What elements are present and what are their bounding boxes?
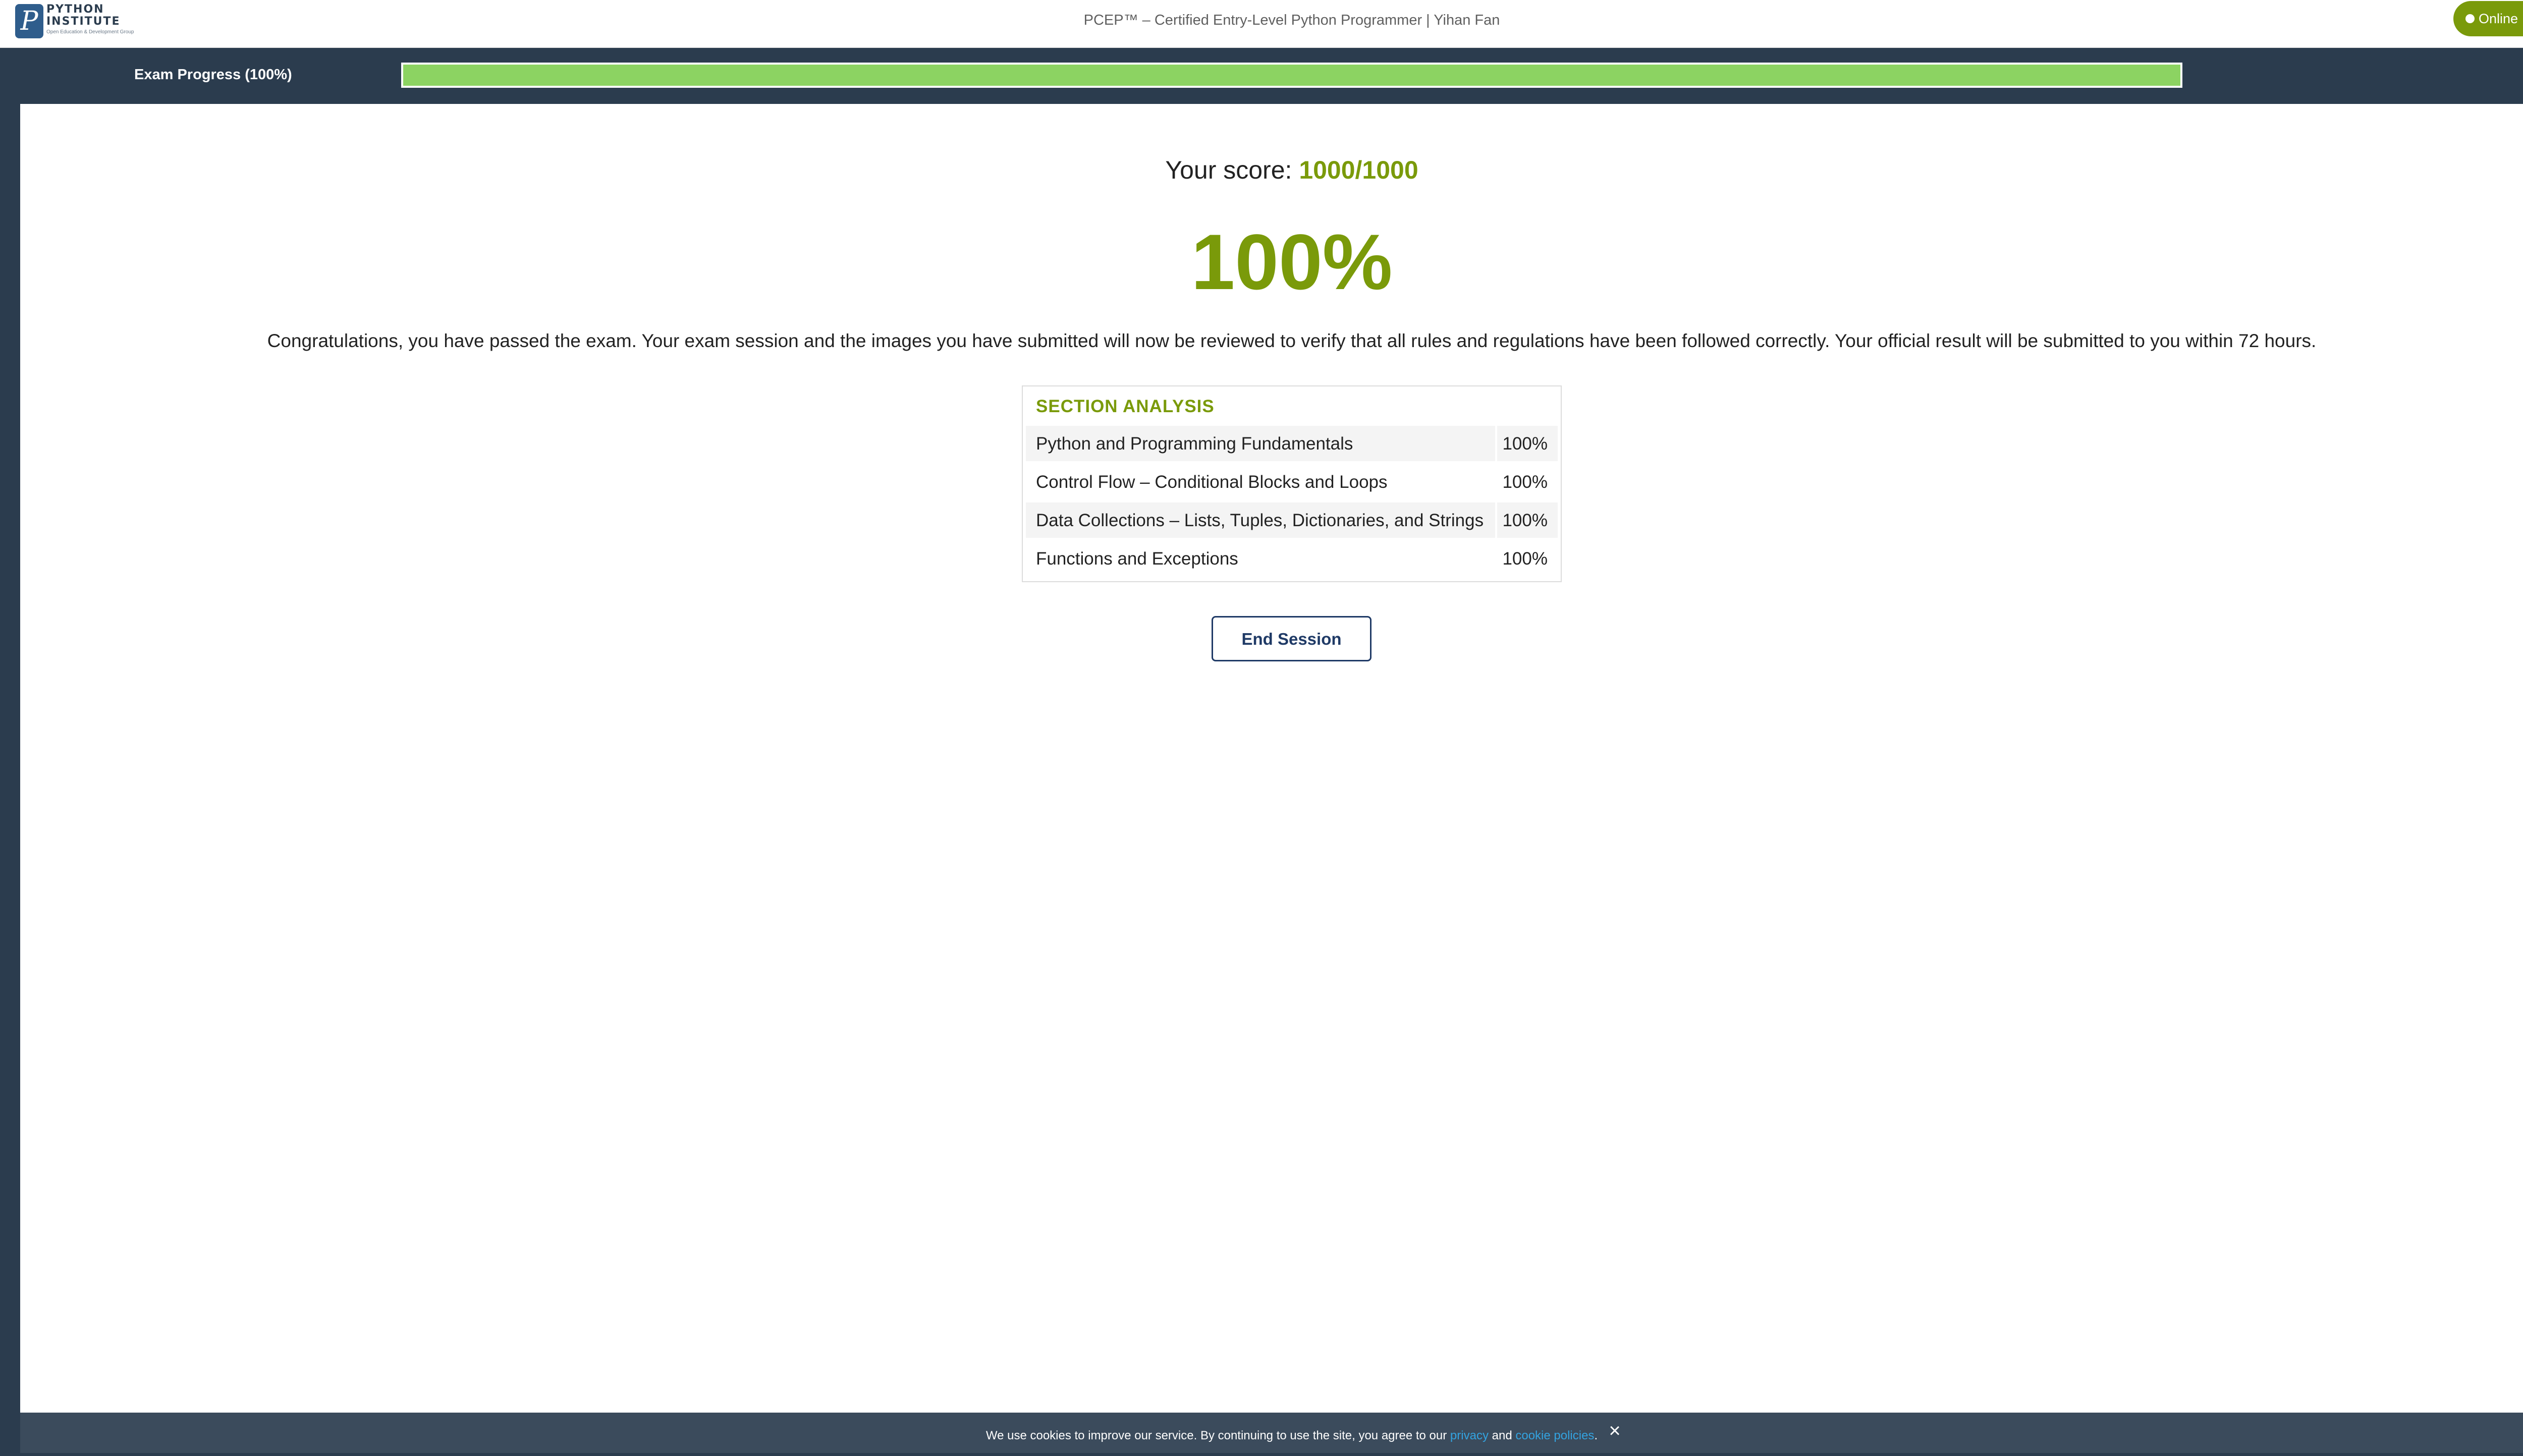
exam-progress-bar (401, 63, 2182, 88)
close-icon[interactable]: × (1605, 1421, 1625, 1441)
section-name: Data Collections – Lists, Tuples, Dictio… (1036, 511, 1484, 530)
score-line: Your score: 1000/1000 (0, 155, 2523, 185)
table-row: Functions and Exceptions 100% (1026, 541, 1558, 576)
section-score: 100% (1502, 434, 1548, 454)
status-label: Online (2479, 11, 2518, 26)
cookie-text-end: . (1594, 1429, 1598, 1442)
end-session-button[interactable]: End Session (1212, 616, 1372, 661)
cookie-banner: We use cookies to improve our service. B… (20, 1413, 2523, 1453)
table-row: Data Collections – Lists, Tuples, Dictio… (1026, 502, 1558, 538)
column-divider (1495, 426, 1497, 461)
status-dot-icon (2465, 14, 2475, 23)
cookie-message: We use cookies to improve our service. B… (20, 1413, 2523, 1453)
section-score: 100% (1502, 472, 1548, 492)
section-score: 100% (1502, 549, 1548, 569)
column-divider (1495, 502, 1497, 538)
cookie-text-start: We use cookies to improve our service. B… (985, 1429, 1450, 1442)
section-name: Python and Programming Fundamentals (1036, 434, 1353, 454)
score-percent: 100% (1191, 218, 1393, 306)
section-analysis-table: SECTION ANALYSIS Python and Programming … (1022, 385, 1562, 582)
section-name: Functions and Exceptions (1036, 549, 1238, 569)
table-row: Python and Programming Fundamentals 100% (1026, 426, 1558, 461)
section-analysis-title: SECTION ANALYSIS (1036, 397, 1215, 416)
online-status-badge[interactable]: Online (2453, 1, 2523, 36)
congratulations-message: Congratulations, you have passed the exa… (267, 330, 2317, 351)
cookie-policies-link[interactable]: cookie policies (1515, 1429, 1594, 1442)
top-bar: P PYTHON INSTITUTE Open Education & Deve… (0, 0, 2523, 48)
score-label: Your score: (1165, 156, 1292, 184)
exam-progress-label: Exam Progress (100%) (134, 67, 292, 83)
section-score: 100% (1502, 511, 1548, 530)
table-row: Control Flow – Conditional Blocks and Lo… (1026, 464, 1558, 499)
exam-title: PCEP™ – Certified Entry-Level Python Pro… (1083, 12, 1500, 28)
score-value: 1000/1000 (1299, 156, 1418, 184)
privacy-link[interactable]: privacy (1450, 1429, 1489, 1442)
exam-progress-fill (403, 65, 2180, 86)
section-name: Control Flow – Conditional Blocks and Lo… (1036, 472, 1388, 492)
cookie-text-and: and (1488, 1429, 1516, 1442)
